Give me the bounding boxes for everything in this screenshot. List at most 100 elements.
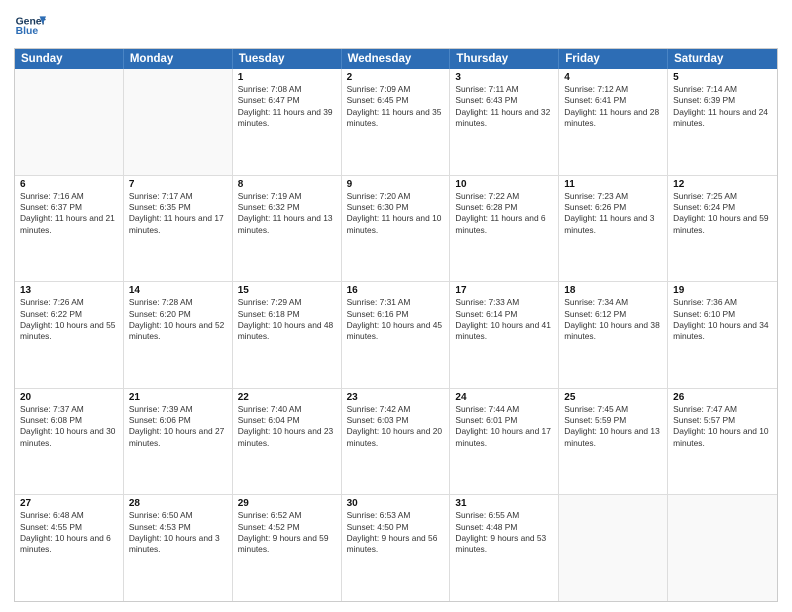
day-number: 28	[129, 498, 227, 509]
cell-daylight-info: Sunrise: 6:53 AM Sunset: 4:50 PM Dayligh…	[347, 510, 445, 555]
day-number: 16	[347, 285, 445, 296]
cell-daylight-info: Sunrise: 7:31 AM Sunset: 6:16 PM Dayligh…	[347, 297, 445, 342]
day-number: 17	[455, 285, 553, 296]
cell-daylight-info: Sunrise: 7:45 AM Sunset: 5:59 PM Dayligh…	[564, 404, 662, 449]
calendar-cell-21: 21Sunrise: 7:39 AM Sunset: 6:06 PM Dayli…	[124, 389, 233, 495]
day-number: 24	[455, 392, 553, 403]
calendar-cell-2: 2Sunrise: 7:09 AM Sunset: 6:45 PM Daylig…	[342, 69, 451, 175]
cell-daylight-info: Sunrise: 7:22 AM Sunset: 6:28 PM Dayligh…	[455, 191, 553, 236]
day-number: 31	[455, 498, 553, 509]
calendar-cell-22: 22Sunrise: 7:40 AM Sunset: 6:04 PM Dayli…	[233, 389, 342, 495]
calendar-cell-18: 18Sunrise: 7:34 AM Sunset: 6:12 PM Dayli…	[559, 282, 668, 388]
cell-daylight-info: Sunrise: 7:37 AM Sunset: 6:08 PM Dayligh…	[20, 404, 118, 449]
calendar-cell-empty	[668, 495, 777, 601]
day-number: 6	[20, 179, 118, 190]
day-header-friday: Friday	[559, 49, 668, 69]
day-number: 18	[564, 285, 662, 296]
calendar-cell-4: 4Sunrise: 7:12 AM Sunset: 6:41 PM Daylig…	[559, 69, 668, 175]
cell-daylight-info: Sunrise: 7:39 AM Sunset: 6:06 PM Dayligh…	[129, 404, 227, 449]
calendar-cell-empty	[124, 69, 233, 175]
cell-daylight-info: Sunrise: 7:11 AM Sunset: 6:43 PM Dayligh…	[455, 84, 553, 129]
calendar-cell-5: 5Sunrise: 7:14 AM Sunset: 6:39 PM Daylig…	[668, 69, 777, 175]
calendar-cell-17: 17Sunrise: 7:33 AM Sunset: 6:14 PM Dayli…	[450, 282, 559, 388]
calendar-cell-30: 30Sunrise: 6:53 AM Sunset: 4:50 PM Dayli…	[342, 495, 451, 601]
calendar-cell-3: 3Sunrise: 7:11 AM Sunset: 6:43 PM Daylig…	[450, 69, 559, 175]
cell-daylight-info: Sunrise: 7:12 AM Sunset: 6:41 PM Dayligh…	[564, 84, 662, 129]
calendar-cell-10: 10Sunrise: 7:22 AM Sunset: 6:28 PM Dayli…	[450, 176, 559, 282]
calendar-cell-20: 20Sunrise: 7:37 AM Sunset: 6:08 PM Dayli…	[15, 389, 124, 495]
svg-text:Blue: Blue	[16, 26, 39, 37]
calendar-cell-25: 25Sunrise: 7:45 AM Sunset: 5:59 PM Dayli…	[559, 389, 668, 495]
cell-daylight-info: Sunrise: 7:17 AM Sunset: 6:35 PM Dayligh…	[129, 191, 227, 236]
logo: General Blue	[14, 10, 46, 42]
cell-daylight-info: Sunrise: 7:23 AM Sunset: 6:26 PM Dayligh…	[564, 191, 662, 236]
calendar-cell-empty	[559, 495, 668, 601]
cell-daylight-info: Sunrise: 7:36 AM Sunset: 6:10 PM Dayligh…	[673, 297, 772, 342]
day-number: 30	[347, 498, 445, 509]
cell-daylight-info: Sunrise: 7:47 AM Sunset: 5:57 PM Dayligh…	[673, 404, 772, 449]
calendar-row-5: 27Sunrise: 6:48 AM Sunset: 4:55 PM Dayli…	[15, 494, 777, 601]
day-number: 25	[564, 392, 662, 403]
day-number: 2	[347, 72, 445, 83]
day-number: 13	[20, 285, 118, 296]
calendar-cell-24: 24Sunrise: 7:44 AM Sunset: 6:01 PM Dayli…	[450, 389, 559, 495]
cell-daylight-info: Sunrise: 6:55 AM Sunset: 4:48 PM Dayligh…	[455, 510, 553, 555]
cell-daylight-info: Sunrise: 7:44 AM Sunset: 6:01 PM Dayligh…	[455, 404, 553, 449]
day-number: 14	[129, 285, 227, 296]
cell-daylight-info: Sunrise: 7:34 AM Sunset: 6:12 PM Dayligh…	[564, 297, 662, 342]
day-number: 26	[673, 392, 772, 403]
calendar-cell-31: 31Sunrise: 6:55 AM Sunset: 4:48 PM Dayli…	[450, 495, 559, 601]
day-header-sunday: Sunday	[15, 49, 124, 69]
day-number: 20	[20, 392, 118, 403]
calendar-cell-19: 19Sunrise: 7:36 AM Sunset: 6:10 PM Dayli…	[668, 282, 777, 388]
calendar-body: 1Sunrise: 7:08 AM Sunset: 6:47 PM Daylig…	[15, 69, 777, 601]
calendar-row-3: 13Sunrise: 7:26 AM Sunset: 6:22 PM Dayli…	[15, 281, 777, 388]
cell-daylight-info: Sunrise: 7:19 AM Sunset: 6:32 PM Dayligh…	[238, 191, 336, 236]
day-number: 5	[673, 72, 772, 83]
day-number: 7	[129, 179, 227, 190]
calendar-cell-29: 29Sunrise: 6:52 AM Sunset: 4:52 PM Dayli…	[233, 495, 342, 601]
day-number: 10	[455, 179, 553, 190]
calendar-cell-27: 27Sunrise: 6:48 AM Sunset: 4:55 PM Dayli…	[15, 495, 124, 601]
calendar-cell-9: 9Sunrise: 7:20 AM Sunset: 6:30 PM Daylig…	[342, 176, 451, 282]
calendar-cell-14: 14Sunrise: 7:28 AM Sunset: 6:20 PM Dayli…	[124, 282, 233, 388]
day-header-wednesday: Wednesday	[342, 49, 451, 69]
cell-daylight-info: Sunrise: 6:50 AM Sunset: 4:53 PM Dayligh…	[129, 510, 227, 555]
day-header-monday: Monday	[124, 49, 233, 69]
page-header: General Blue	[14, 10, 778, 42]
cell-daylight-info: Sunrise: 7:42 AM Sunset: 6:03 PM Dayligh…	[347, 404, 445, 449]
day-number: 19	[673, 285, 772, 296]
calendar-cell-23: 23Sunrise: 7:42 AM Sunset: 6:03 PM Dayli…	[342, 389, 451, 495]
cell-daylight-info: Sunrise: 7:14 AM Sunset: 6:39 PM Dayligh…	[673, 84, 772, 129]
day-number: 23	[347, 392, 445, 403]
calendar-cell-26: 26Sunrise: 7:47 AM Sunset: 5:57 PM Dayli…	[668, 389, 777, 495]
calendar-cell-15: 15Sunrise: 7:29 AM Sunset: 6:18 PM Dayli…	[233, 282, 342, 388]
calendar-cell-11: 11Sunrise: 7:23 AM Sunset: 6:26 PM Dayli…	[559, 176, 668, 282]
logo-icon: General Blue	[14, 10, 46, 42]
cell-daylight-info: Sunrise: 7:28 AM Sunset: 6:20 PM Dayligh…	[129, 297, 227, 342]
cell-daylight-info: Sunrise: 7:40 AM Sunset: 6:04 PM Dayligh…	[238, 404, 336, 449]
cell-daylight-info: Sunrise: 7:20 AM Sunset: 6:30 PM Dayligh…	[347, 191, 445, 236]
day-number: 4	[564, 72, 662, 83]
day-header-tuesday: Tuesday	[233, 49, 342, 69]
cell-daylight-info: Sunrise: 6:48 AM Sunset: 4:55 PM Dayligh…	[20, 510, 118, 555]
calendar-cell-8: 8Sunrise: 7:19 AM Sunset: 6:32 PM Daylig…	[233, 176, 342, 282]
day-number: 11	[564, 179, 662, 190]
day-number: 15	[238, 285, 336, 296]
day-number: 29	[238, 498, 336, 509]
cell-daylight-info: Sunrise: 7:29 AM Sunset: 6:18 PM Dayligh…	[238, 297, 336, 342]
calendar-cell-6: 6Sunrise: 7:16 AM Sunset: 6:37 PM Daylig…	[15, 176, 124, 282]
day-number: 12	[673, 179, 772, 190]
calendar-cell-1: 1Sunrise: 7:08 AM Sunset: 6:47 PM Daylig…	[233, 69, 342, 175]
calendar-cell-16: 16Sunrise: 7:31 AM Sunset: 6:16 PM Dayli…	[342, 282, 451, 388]
calendar-row-2: 6Sunrise: 7:16 AM Sunset: 6:37 PM Daylig…	[15, 175, 777, 282]
cell-daylight-info: Sunrise: 6:52 AM Sunset: 4:52 PM Dayligh…	[238, 510, 336, 555]
cell-daylight-info: Sunrise: 7:09 AM Sunset: 6:45 PM Dayligh…	[347, 84, 445, 129]
day-number: 9	[347, 179, 445, 190]
calendar-header: SundayMondayTuesdayWednesdayThursdayFrid…	[15, 49, 777, 69]
calendar-cell-12: 12Sunrise: 7:25 AM Sunset: 6:24 PM Dayli…	[668, 176, 777, 282]
day-number: 8	[238, 179, 336, 190]
calendar-row-4: 20Sunrise: 7:37 AM Sunset: 6:08 PM Dayli…	[15, 388, 777, 495]
cell-daylight-info: Sunrise: 7:26 AM Sunset: 6:22 PM Dayligh…	[20, 297, 118, 342]
calendar-cell-13: 13Sunrise: 7:26 AM Sunset: 6:22 PM Dayli…	[15, 282, 124, 388]
